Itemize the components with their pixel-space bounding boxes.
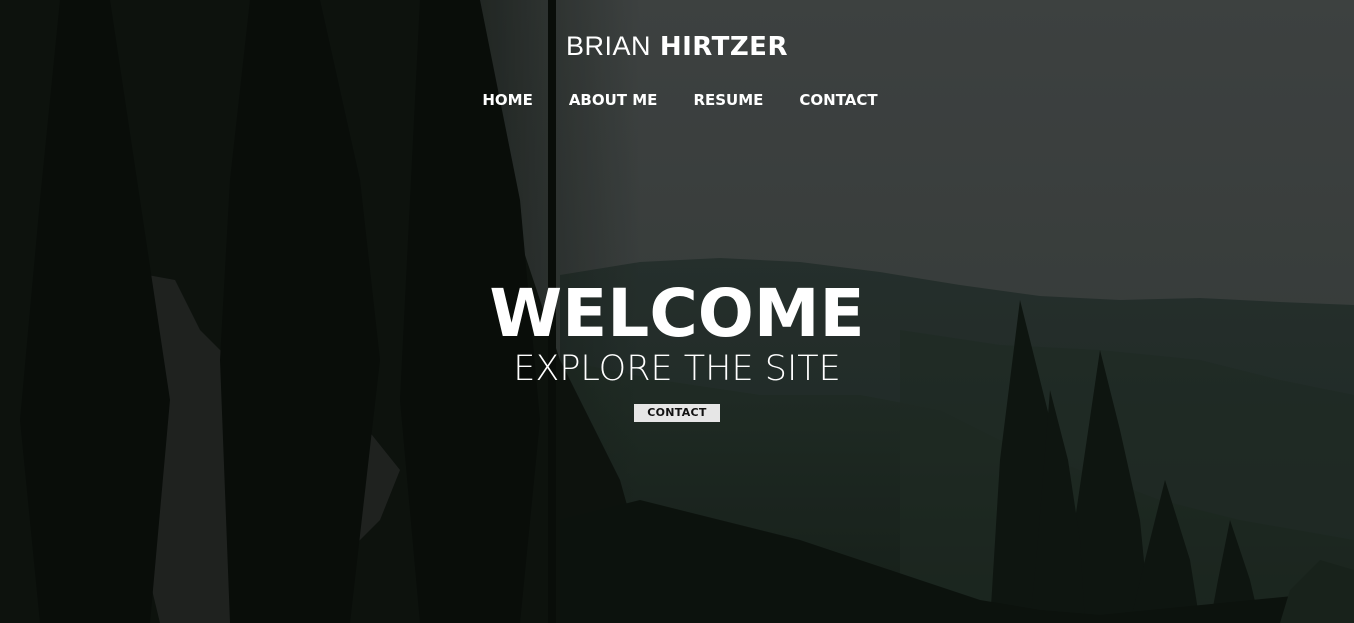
nav-list: HOME ABOUT ME RESUME CONTACT (464, 90, 895, 110)
nav-item-home[interactable]: HOME (464, 90, 550, 110)
site-brand[interactable]: BRIAN HIRTZER (0, 31, 1354, 62)
brand-last-name: HIRTZER (659, 32, 788, 62)
contact-button[interactable]: CONTACT (634, 404, 720, 422)
cta-container: CONTACT (0, 403, 1354, 422)
nav-item-resume[interactable]: RESUME (675, 90, 781, 110)
nav-item-contact[interactable]: CONTACT (781, 90, 895, 110)
main-navigation: HOME ABOUT ME RESUME CONTACT (0, 90, 1354, 110)
brand-first-name: BRIAN (566, 31, 652, 61)
hero-section: BRIAN HIRTZER HOME ABOUT ME RESUME CONTA… (0, 0, 1354, 623)
nav-item-about-me[interactable]: ABOUT ME (551, 90, 676, 110)
hero-subtitle: EXPLORE THE SITE (513, 349, 841, 389)
hero-title: WELCOME (489, 275, 865, 352)
